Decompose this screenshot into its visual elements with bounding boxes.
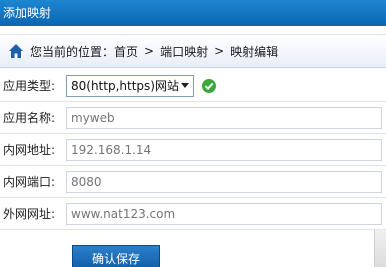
lan-address-input[interactable]: [66, 138, 382, 161]
wan-address-input[interactable]: [66, 202, 382, 225]
lan-port-label: 内网端口:: [3, 175, 56, 189]
breadcrumb-prefix: 您当前的位置：: [30, 44, 115, 59]
lan-port-row: 内网端口:: [0, 166, 386, 198]
check-icon: [202, 78, 216, 93]
window-title: 添加映射: [0, 0, 386, 26]
save-button[interactable]: 确认保存: [72, 245, 160, 267]
app-name-label: 应用名称:: [3, 111, 56, 125]
app-type-selected-value: 80(http,https)网站: [71, 79, 179, 93]
wan-address-label: 外网网址:: [3, 207, 56, 221]
home-icon: [9, 44, 23, 58]
lan-address-row: 内网地址:: [0, 134, 386, 166]
app-type-label: 应用类型:: [3, 79, 56, 93]
breadcrumb-mapping-edit: 映射编辑: [230, 44, 279, 59]
breadcrumb-home-link[interactable]: 首页: [114, 43, 138, 60]
app-name-input[interactable]: [66, 106, 382, 129]
app-type-row: 应用类型: 80(http,https)网站: [0, 70, 386, 102]
breadcrumb: 您当前的位置： 首页 > 端口映射 > 映射编辑: [0, 34, 386, 68]
wan-address-row: 外网网址:: [0, 198, 386, 230]
scrollbar[interactable]: [374, 230, 386, 267]
app-type-select[interactable]: 80(http,https)网站: [66, 74, 194, 97]
breadcrumb-port-mapping-link[interactable]: 端口映射: [160, 43, 208, 60]
breadcrumb-separator: >: [214, 44, 225, 58]
breadcrumb-separator: >: [144, 44, 155, 58]
chevron-down-icon: [181, 82, 189, 88]
app-name-row: 应用名称:: [0, 102, 386, 134]
lan-address-label: 内网地址:: [3, 143, 56, 157]
lan-port-input[interactable]: [66, 170, 382, 193]
